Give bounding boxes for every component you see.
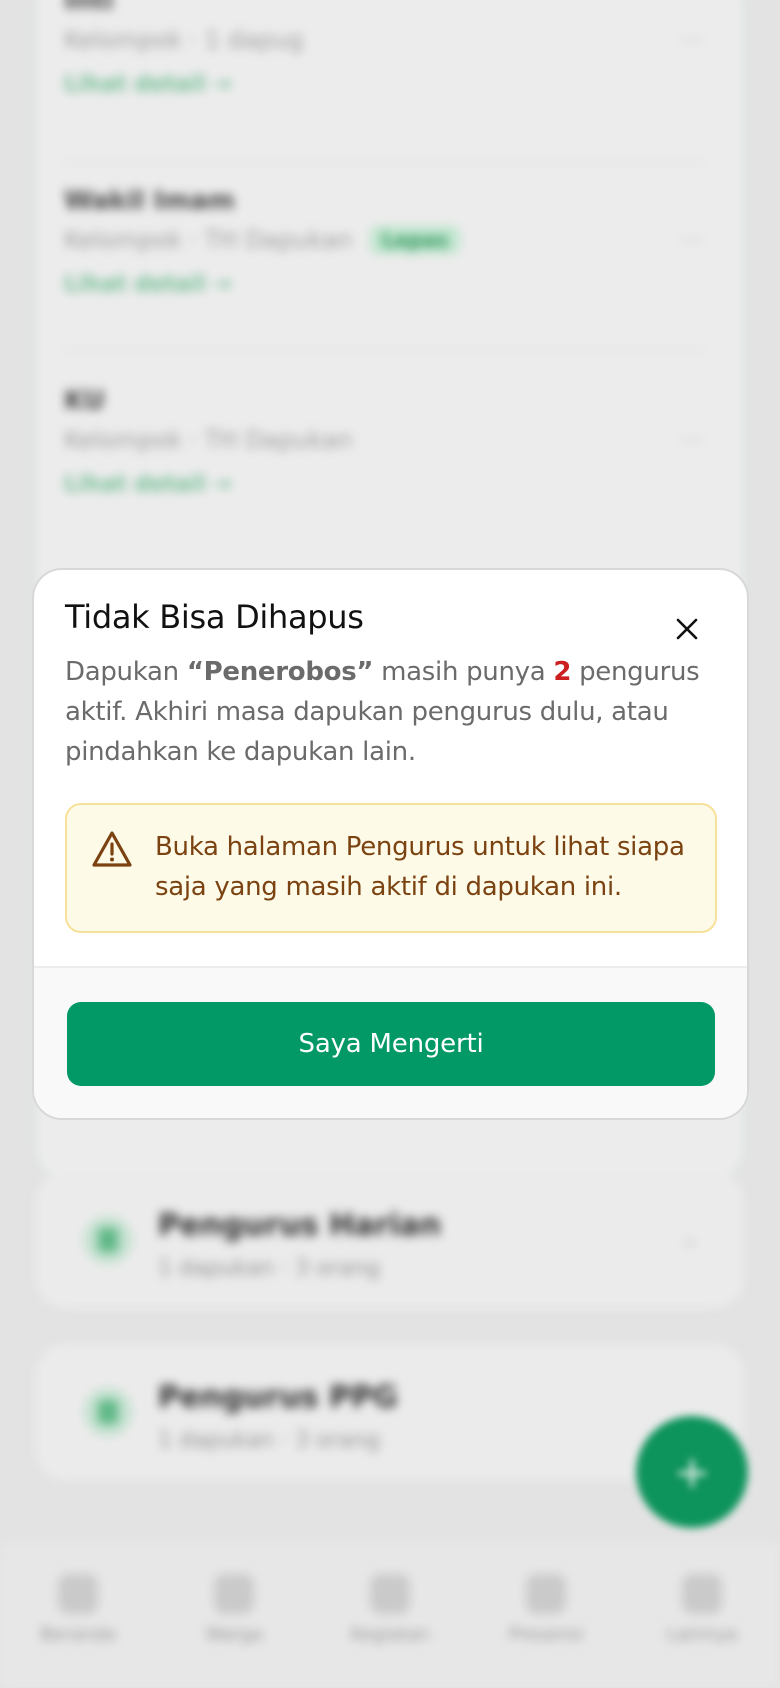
confirm-button[interactable]: Saya Mengerti: [67, 1002, 715, 1086]
cannot-delete-dialog: Tidak Bisa Dihapus Dapukan “Penerobos” m…: [32, 568, 749, 1120]
message-prefix: Dapukan: [65, 657, 187, 687]
close-icon: [676, 618, 698, 640]
warning-icon: [92, 831, 132, 867]
active-count: 2: [553, 657, 572, 687]
warning-box: Buka halaman Pengurus untuk lihat siapa …: [65, 803, 717, 933]
dialog-title: Tidak Bisa Dihapus: [65, 598, 364, 636]
close-button[interactable]: [672, 614, 702, 644]
warning-text: Buka halaman Pengurus untuk lihat siapa …: [155, 832, 685, 902]
dialog-footer: Saya Mengerti: [34, 966, 747, 1118]
message-mid: masih punya: [373, 657, 554, 687]
dapukan-name: “Penerobos”: [186, 657, 374, 687]
dialog-message: Dapukan “Penerobos” masih punya 2 pengur…: [65, 652, 715, 772]
